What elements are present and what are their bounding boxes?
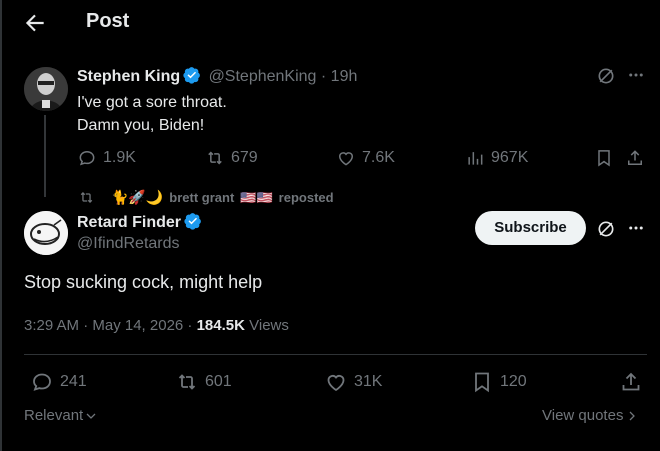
author-name[interactable]: Stephen King	[77, 68, 180, 85]
bookmark-button[interactable]: 120	[470, 370, 527, 394]
back-arrow-icon[interactable]	[22, 10, 48, 36]
tweet-time[interactable]: · 19h	[321, 68, 357, 85]
like-count: 7.6K	[362, 149, 395, 166]
bookmark-icon	[475, 372, 489, 393]
view-count: 967K	[491, 149, 529, 166]
reply-button[interactable]: 1.9K	[77, 148, 136, 168]
page-title: Post	[86, 10, 130, 32]
like-count: 31K	[354, 373, 383, 390]
retweet-icon	[208, 151, 222, 165]
author-handle[interactable]: @StephenKing	[209, 68, 317, 85]
chevron-right-icon	[630, 411, 636, 420]
grok-icon[interactable]	[596, 66, 616, 86]
bookmark-count: 120	[500, 373, 527, 390]
reply-icon	[79, 150, 95, 166]
stephen-king-avatar[interactable]	[24, 67, 68, 111]
views-count: 184.5K	[196, 317, 245, 334]
reply-button[interactable]: 241	[30, 370, 87, 394]
thread-connector	[44, 115, 46, 197]
retweet-button[interactable]: 679	[205, 148, 258, 168]
reply-count: 241	[60, 373, 87, 390]
sort-label: Relevant	[24, 407, 84, 424]
more-options-icon[interactable]	[627, 66, 645, 84]
author-name[interactable]: Retard Finder	[77, 214, 181, 231]
heart-icon	[338, 152, 354, 166]
verified-badge-icon	[184, 212, 202, 230]
like-button[interactable]: 31K	[324, 370, 382, 394]
divider	[24, 354, 647, 355]
retweet-count: 601	[205, 373, 232, 390]
window-edge	[0, 0, 2, 451]
retweet-icon	[80, 191, 93, 204]
main-author-name-row: Retard Finder	[77, 212, 202, 232]
views-label: Views	[249, 317, 289, 334]
chevron-down-icon	[86, 413, 96, 419]
main-tweet-text: Stop sucking cock, might help	[24, 272, 263, 292]
tweet-timestamp[interactable]: 3:29 AM · May 14, 2026 ·	[24, 317, 192, 334]
subscribe-button[interactable]: Subscribe	[475, 211, 586, 245]
like-button[interactable]: 7.6K	[336, 148, 395, 168]
more-options-icon[interactable]	[627, 219, 645, 237]
repost-label: reposted	[278, 190, 334, 205]
share-icon[interactable]	[619, 370, 643, 394]
retweet-button[interactable]: 601	[175, 370, 232, 394]
tweet-line: I've got a sore throat.	[77, 94, 227, 111]
retweet-icon	[178, 374, 196, 390]
reposter-flags: 🇺🇸🇺🇸	[240, 189, 273, 205]
repost-emoji: 🐈🚀🌙	[111, 189, 164, 205]
retweet-count: 679	[231, 149, 258, 166]
bookmark-icon[interactable]	[594, 148, 614, 168]
heart-icon	[327, 375, 345, 392]
reposter-name[interactable]: brett grant	[169, 190, 234, 205]
reply-count: 1.9K	[103, 149, 136, 166]
views-button[interactable]: 967K	[465, 148, 528, 168]
analytics-icon	[468, 152, 483, 165]
parent-tweet-header: Stephen King @StephenKing · 19h	[77, 66, 357, 86]
view-quotes-link[interactable]: View quotes	[542, 407, 638, 424]
parent-tweet-text: I've got a sore throat. Damn you, Biden!	[77, 91, 227, 137]
grok-icon[interactable]	[596, 219, 616, 239]
repost-indicator: 🐈🚀🌙 brett grant 🇺🇸🇺🇸 reposted	[78, 189, 334, 206]
author-handle[interactable]: @IfindRetards	[77, 235, 180, 253]
reply-icon	[33, 373, 51, 391]
view-quotes-label: View quotes	[542, 407, 624, 424]
tweet-line: Damn you, Biden!	[77, 117, 205, 134]
sort-dropdown[interactable]: Relevant	[24, 407, 97, 424]
share-icon[interactable]	[625, 148, 645, 168]
tweet-metadata: 3:29 AM · May 14, 2026 · 184.5K Views	[24, 317, 289, 334]
verified-badge-icon	[183, 66, 201, 84]
retard-finder-avatar[interactable]	[24, 211, 68, 255]
